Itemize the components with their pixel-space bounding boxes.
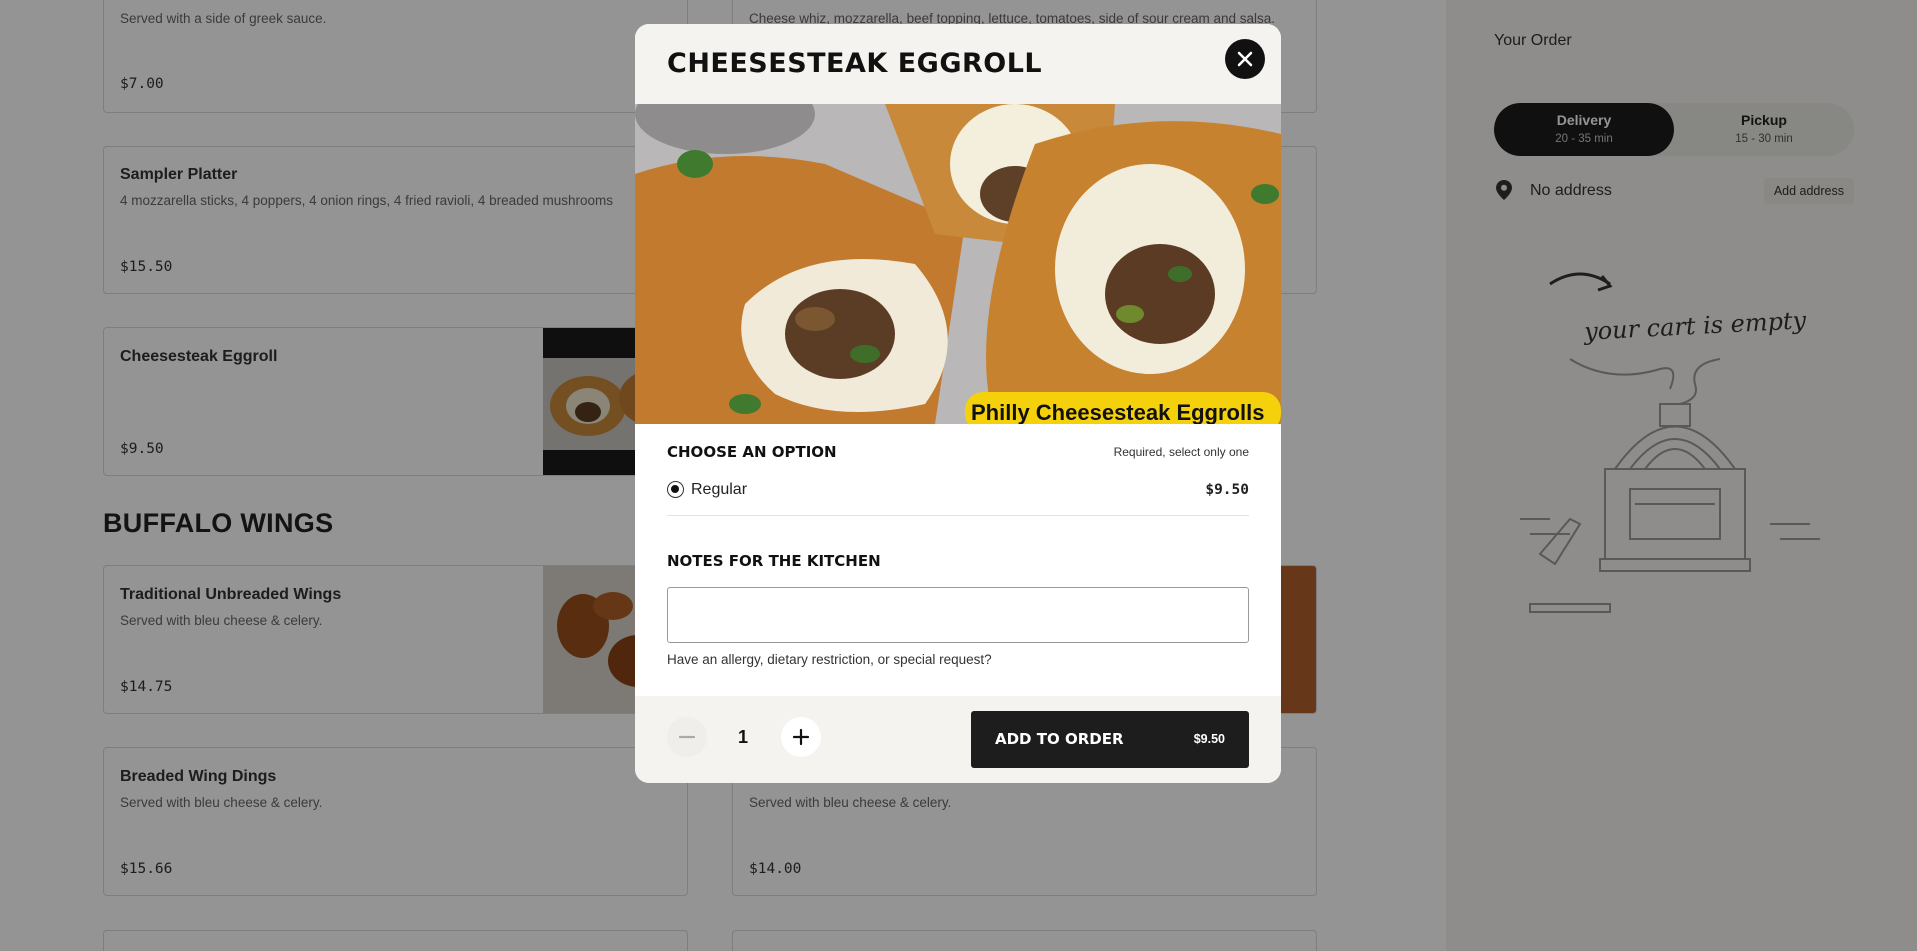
quantity-value: 1 <box>738 727 749 747</box>
modal-footer: 1 ADD TO ORDER $9.50 <box>635 696 1281 783</box>
item-photo: Philly Cheesesteak Eggrolls <box>635 104 1281 424</box>
decrease-quantity-button[interactable] <box>667 717 707 757</box>
close-icon <box>1237 51 1253 67</box>
notes-hint: Have an allergy, dietary restriction, or… <box>667 652 992 667</box>
item-modal: CHEESESTEAK EGGROLL Philly Cheesesteak E… <box>635 24 1281 783</box>
minus-icon <box>678 735 696 739</box>
eggroll-photo <box>635 104 1281 424</box>
add-to-order-price: $9.50 <box>1193 732 1225 746</box>
close-button[interactable] <box>1225 39 1265 79</box>
plus-icon <box>792 728 810 746</box>
modal-header: CHEESESTEAK EGGROLL <box>635 24 1281 104</box>
increase-quantity-button[interactable] <box>781 717 821 757</box>
option-price: $9.50 <box>1205 482 1249 498</box>
modal-title: CHEESESTEAK EGGROLL <box>667 48 1043 79</box>
options-title: CHOOSE AN OPTION <box>667 443 837 461</box>
options-requirement: Required, select only one <box>1113 445 1249 459</box>
radio-selected-icon[interactable] <box>667 481 684 498</box>
option-label: Regular <box>691 481 748 498</box>
add-to-order-button[interactable]: ADD TO ORDER $9.50 <box>971 711 1249 768</box>
option-regular[interactable]: Regular $9.50 <box>667 474 1249 516</box>
kitchen-notes-input[interactable] <box>667 587 1249 643</box>
photo-caption: Philly Cheesesteak Eggrolls <box>971 400 1265 424</box>
notes-title: NOTES FOR THE KITCHEN <box>667 552 881 570</box>
add-to-order-label: ADD TO ORDER <box>995 730 1124 748</box>
